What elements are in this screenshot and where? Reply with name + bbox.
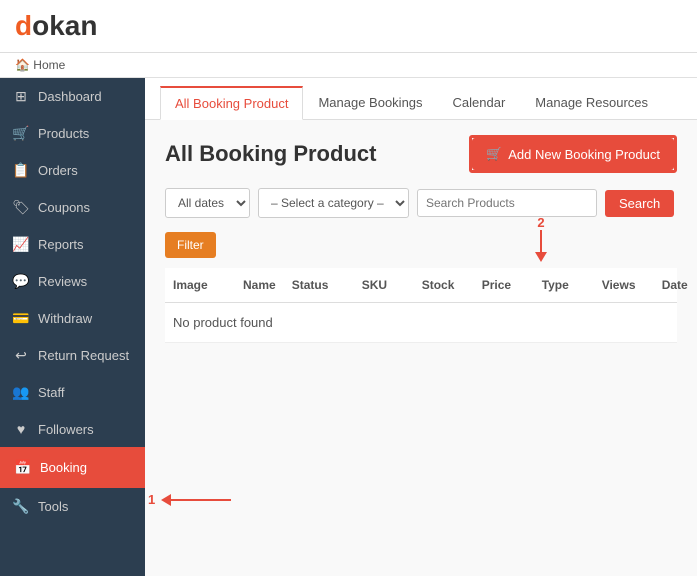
dashboard-icon: ⊞ [12, 88, 30, 105]
logo-d: d [15, 10, 32, 41]
dates-filter[interactable]: All dates [165, 188, 250, 218]
sidebar: ⊞ Dashboard 🛒 Products 📋 Orders 🏷 Coupon… [0, 78, 145, 576]
sidebar-item-booking[interactable]: 📅 Booking [0, 447, 145, 488]
sidebar-item-withdraw[interactable]: 💳 Withdraw [0, 300, 145, 337]
sidebar-item-label: Return Request [38, 348, 129, 363]
main-content: All Booking Product Manage Bookings Cale… [145, 78, 697, 576]
sidebar-item-label: Reports [38, 237, 84, 252]
booking-icon: 📅 [14, 459, 32, 476]
tab-all-booking-product[interactable]: All Booking Product [160, 86, 303, 120]
logo-okan: okan [32, 10, 97, 41]
tab-manage-resources[interactable]: Manage Resources [520, 86, 663, 119]
add-new-booking-product-button[interactable]: 🛒 Add New Booking Product [472, 138, 674, 170]
sidebar-item-label: Booking [40, 460, 87, 475]
reports-icon: 📈 [12, 236, 30, 253]
tab-manage-bookings[interactable]: Manage Bookings [303, 86, 437, 119]
sidebar-item-label: Dashboard [38, 89, 102, 104]
page-content: All Booking Product 🛒 Add New Booking Pr… [145, 120, 697, 358]
col-price: Price [474, 274, 534, 296]
filter-button-row: Filter [165, 228, 677, 258]
logo: dokan [15, 10, 97, 42]
table-header: Image Name Status SKU Stock Price Type V… [165, 268, 677, 303]
page-title: All Booking Product [165, 141, 376, 167]
sidebar-item-label: Tools [38, 499, 68, 514]
products-icon: 🛒 [12, 125, 30, 142]
filter-button[interactable]: Filter [165, 232, 216, 258]
header: dokan [0, 0, 697, 53]
breadcrumb-icon: 🏠 [15, 58, 30, 72]
breadcrumb-home[interactable]: Home [33, 58, 65, 72]
col-date: Date [654, 274, 697, 296]
col-type: Type [534, 274, 594, 296]
tabs-bar: All Booking Product Manage Bookings Cale… [145, 78, 697, 120]
page-title-row: All Booking Product 🛒 Add New Booking Pr… [165, 135, 677, 173]
sidebar-item-label: Orders [38, 163, 78, 178]
sidebar-item-label: Followers [38, 422, 94, 437]
col-views: Views [594, 274, 654, 296]
sidebar-item-label: Withdraw [38, 311, 92, 326]
sidebar-item-coupons[interactable]: 🏷 Coupons [0, 189, 145, 226]
orders-icon: 📋 [12, 162, 30, 179]
search-input[interactable] [417, 189, 597, 217]
sidebar-item-orders[interactable]: 📋 Orders [0, 152, 145, 189]
followers-icon: ♥ [12, 421, 30, 437]
sidebar-item-return-request[interactable]: ↩ Return Request [0, 337, 145, 374]
add-button-wrapper: 🛒 Add New Booking Product [469, 135, 677, 173]
category-filter[interactable]: – Select a category – [258, 188, 409, 218]
withdraw-icon: 💳 [12, 310, 30, 327]
filters-row: All dates – Select a category – Search [165, 188, 677, 218]
sidebar-item-label: Products [38, 126, 89, 141]
sidebar-item-followers[interactable]: ♥ Followers [0, 411, 145, 447]
sidebar-item-label: Coupons [38, 200, 90, 215]
col-name: Name [235, 274, 284, 296]
products-table: Image Name Status SKU Stock Price Type V… [165, 268, 677, 343]
col-image: Image [165, 274, 235, 296]
tools-icon: 🔧 [12, 498, 30, 515]
sidebar-item-dashboard[interactable]: ⊞ Dashboard [0, 78, 145, 115]
add-button-label: Add New Booking Product [508, 147, 660, 162]
sidebar-item-reviews[interactable]: 💬 Reviews [0, 263, 145, 300]
coupons-icon: 🏷 [12, 199, 30, 216]
sidebar-item-products[interactable]: 🛒 Products [0, 115, 145, 152]
breadcrumb: 🏠 Home [0, 53, 697, 78]
add-icon: 🛒 [486, 146, 502, 162]
empty-message: No product found [165, 303, 677, 343]
sidebar-item-reports[interactable]: 📈 Reports [0, 226, 145, 263]
reviews-icon: 💬 [12, 273, 30, 290]
sidebar-item-tools[interactable]: 🔧 Tools [0, 488, 145, 525]
sidebar-item-label: Staff [38, 385, 65, 400]
return-icon: ↩ [12, 347, 30, 364]
search-button[interactable]: Search [605, 190, 674, 217]
sidebar-item-staff[interactable]: 👥 Staff [0, 374, 145, 411]
staff-icon: 👥 [12, 384, 30, 401]
layout: ⊞ Dashboard 🛒 Products 📋 Orders 🏷 Coupon… [0, 78, 697, 576]
col-stock: Stock [414, 274, 474, 296]
sidebar-item-label: Reviews [38, 274, 87, 289]
tab-calendar[interactable]: Calendar [438, 86, 521, 119]
col-status: Status [284, 274, 354, 296]
col-sku: SKU [354, 274, 414, 296]
